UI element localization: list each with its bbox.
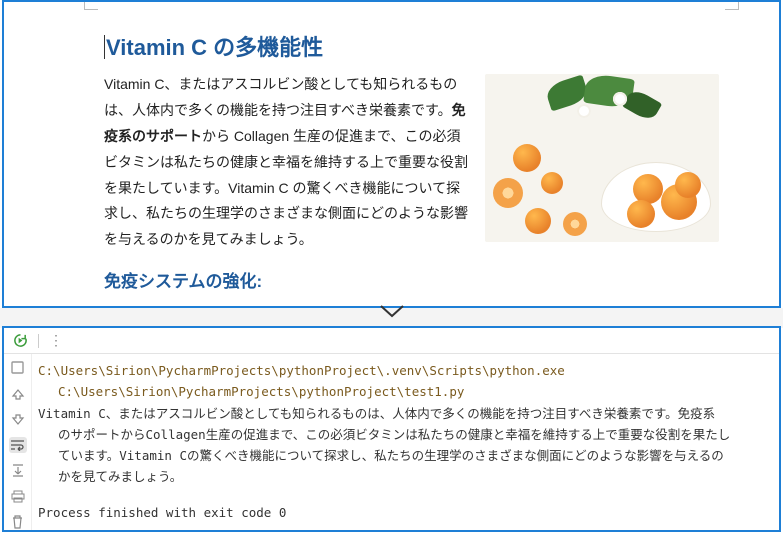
- splitter-chevron-icon: [379, 304, 405, 320]
- soft-wrap-icon: [10, 439, 25, 451]
- stop-button[interactable]: [9, 360, 27, 376]
- inline-image-apricots[interactable]: [485, 74, 719, 242]
- up-arrow-icon: [11, 388, 25, 400]
- console-output[interactable]: C:\Users\Sirion\PycharmProjects\pythonPr…: [32, 354, 779, 530]
- scroll-to-end-icon: [11, 464, 25, 477]
- print-button[interactable]: [9, 489, 27, 505]
- pane-splitter[interactable]: [0, 308, 783, 328]
- trash-icon: [11, 515, 24, 529]
- script-path: C:\Users\Sirion\PycharmProjects\pythonPr…: [38, 381, 769, 402]
- rerun-icon: [13, 333, 28, 348]
- interpreter-path: C:\Users\Sirion\PycharmProjects\pythonPr…: [38, 363, 565, 378]
- run-gutter: [4, 354, 32, 530]
- run-toolbar: ⋮: [4, 328, 779, 354]
- print-icon: [11, 490, 25, 503]
- document-editor-pane[interactable]: Vitamin C の多機能性 Vitamin C、またはアスコルビン酸としても…: [2, 0, 781, 308]
- up-stack-button[interactable]: [9, 386, 27, 402]
- down-stack-button[interactable]: [9, 411, 27, 427]
- down-arrow-icon: [11, 413, 25, 425]
- run-tool-window: ⋮ C:\Users\Sirion\PycharmProjects\python…: [2, 326, 781, 532]
- soft-wrap-button[interactable]: [9, 437, 27, 453]
- stdout-line: Vitamin C、またはアスコルビン酸としても知られるものは、人体内で多くの機…: [38, 403, 769, 488]
- page-margin-guide: [84, 2, 739, 10]
- document-page: Vitamin C の多機能性 Vitamin C、またはアスコルビン酸としても…: [84, 2, 739, 306]
- exit-code-line: Process finished with exit code 0: [38, 502, 769, 523]
- rerun-button[interactable]: [12, 333, 28, 349]
- heading-1[interactable]: Vitamin C の多機能性: [104, 30, 739, 62]
- stop-icon: [11, 361, 24, 374]
- body-paragraph[interactable]: Vitamin C、またはアスコルビン酸としても知られるものは、人体内で多くの機…: [104, 72, 471, 253]
- heading-2[interactable]: 免疫システムの強化:: [104, 267, 739, 292]
- clear-all-button[interactable]: [9, 514, 27, 530]
- more-actions-button[interactable]: ⋮: [49, 332, 64, 349]
- scroll-to-end-button[interactable]: [9, 463, 27, 479]
- toolbar-separator: [38, 334, 39, 348]
- text-cursor: [104, 35, 105, 59]
